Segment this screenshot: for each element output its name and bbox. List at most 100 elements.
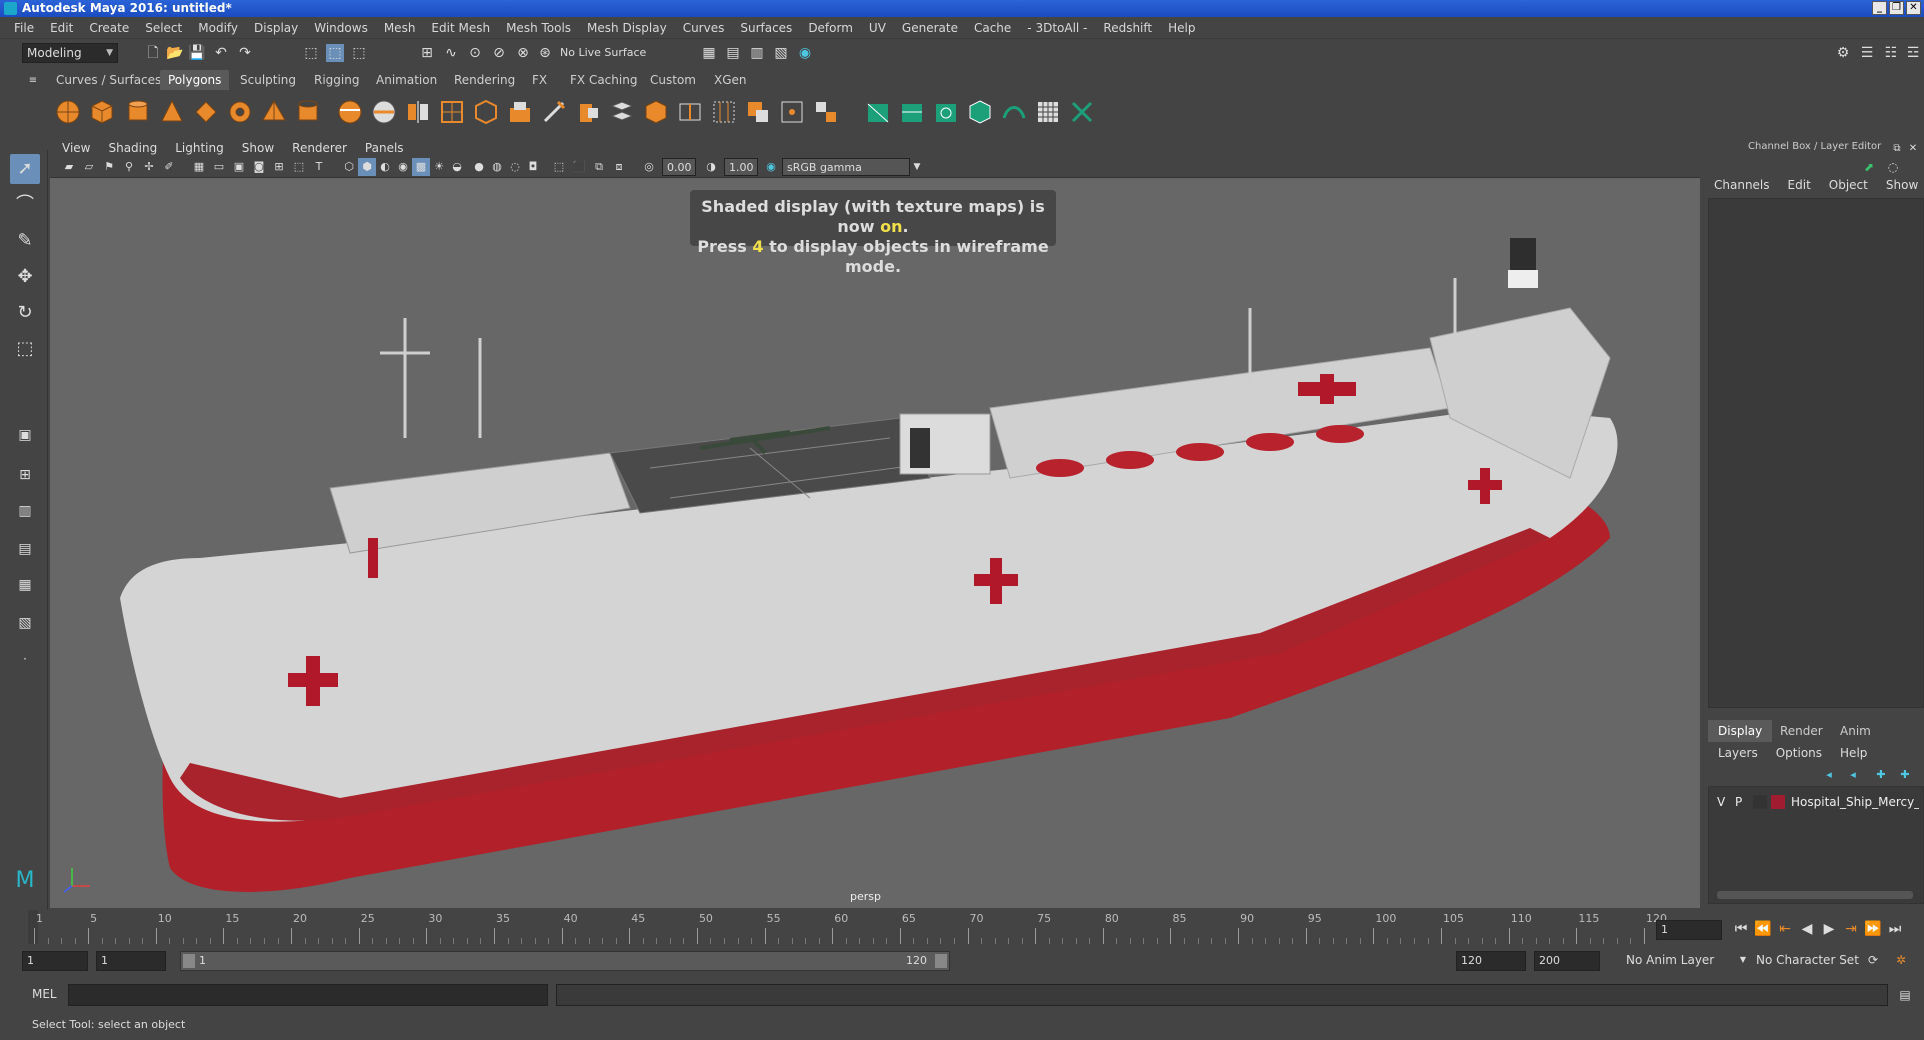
menu-edit-mesh[interactable]: Edit Mesh xyxy=(431,21,490,35)
layer-list-scrollbar[interactable] xyxy=(1717,891,1913,899)
xray-icon[interactable]: ◉ xyxy=(394,158,412,176)
four-view-layout-icon[interactable]: ⊞ xyxy=(10,460,40,490)
vp-menu-shading[interactable]: Shading xyxy=(108,141,157,155)
smooth-shade-icon[interactable]: ⬢ xyxy=(358,158,376,176)
xray-joints-icon[interactable]: ⬛ xyxy=(570,158,588,176)
channel-menu-show[interactable]: Show xyxy=(1886,178,1918,196)
uv-layout-panel-icon[interactable]: ▧ xyxy=(10,608,40,638)
menu-redshift[interactable]: Redshift xyxy=(1103,21,1152,35)
snap-point-icon[interactable]: ⊙ xyxy=(466,44,484,62)
command-input[interactable] xyxy=(68,984,548,1006)
create-layer-selected-icon[interactable]: ✚ xyxy=(1896,766,1914,784)
xray-active-icon[interactable]: ⧉ xyxy=(590,158,608,176)
current-frame-field[interactable]: 1 xyxy=(1656,920,1722,940)
uv-spherical-icon[interactable] xyxy=(932,98,960,126)
time-slider[interactable]: 1 5 10 15 20 25 30 35 40 45 50 55 60 65 70 75 80 85 90 95 10… xyxy=(18,910,1667,944)
tab-curves-surfaces[interactable]: Curves / Surfaces xyxy=(48,70,169,90)
new-scene-icon[interactable]: 🗋 xyxy=(144,44,162,62)
gamma-field[interactable]: 1.00 xyxy=(724,158,758,176)
paint-select-tool-icon[interactable]: ✎ xyxy=(10,226,40,256)
reduce-icon[interactable] xyxy=(472,98,500,126)
color-management-icon[interactable]: ◉ xyxy=(762,158,780,176)
grease-pencil-icon[interactable]: ✐ xyxy=(160,158,178,176)
menu-help[interactable]: Help xyxy=(1168,21,1195,35)
snap-surface-icon[interactable]: ⊗ xyxy=(514,44,532,62)
motion-blur-icon[interactable]: ◍ xyxy=(488,158,506,176)
poly-torus-icon[interactable] xyxy=(226,98,254,126)
vp-menu-show[interactable]: Show xyxy=(242,141,274,155)
menu-generate[interactable]: Generate xyxy=(902,21,958,35)
animation-start-field[interactable]: 1 xyxy=(22,951,88,971)
mode-select[interactable]: Modeling xyxy=(22,43,118,63)
film-gate-icon[interactable]: ▭ xyxy=(210,158,228,176)
target-weld-icon[interactable] xyxy=(778,98,806,126)
uv-cylindrical-icon[interactable] xyxy=(898,98,926,126)
tab-polygons[interactable]: Polygons xyxy=(160,70,230,90)
uv-cut-sew-icon[interactable] xyxy=(1068,98,1096,126)
poly-cone-icon[interactable] xyxy=(158,98,186,126)
menu-cache[interactable]: Cache xyxy=(974,21,1011,35)
resolution-gate-icon[interactable]: ▣ xyxy=(230,158,248,176)
live-surface-field[interactable]: No Live Surface xyxy=(556,44,656,64)
channel-box-toggle-icon[interactable]: ☲ xyxy=(1904,44,1922,62)
tab-animation[interactable]: Animation xyxy=(368,70,445,90)
append-icon[interactable] xyxy=(642,98,670,126)
rotate-tool-icon[interactable]: ↻ xyxy=(10,298,40,328)
vp-menu-renderer[interactable]: Renderer xyxy=(292,141,347,155)
uv-automatic-icon[interactable] xyxy=(966,98,994,126)
perspective-viewport[interactable]: Shaded display (with texture maps) is no… xyxy=(50,178,1700,908)
select-camera-icon[interactable]: ▰ xyxy=(60,158,78,176)
tab-sculpting[interactable]: Sculpting xyxy=(232,70,304,90)
menu-mesh[interactable]: Mesh xyxy=(384,21,416,35)
layer-color-swatch[interactable] xyxy=(1771,795,1785,809)
select-hierarchy-icon[interactable]: ⬚ xyxy=(302,44,320,62)
playback-start-field[interactable]: 1 xyxy=(96,951,166,971)
step-forward-key-icon[interactable]: ⏩ xyxy=(1864,920,1882,938)
tab-rigging[interactable]: Rigging xyxy=(306,70,367,90)
menu-uv[interactable]: UV xyxy=(869,21,886,35)
range-end-handle[interactable] xyxy=(935,954,947,968)
tool-settings-icon[interactable]: ☷ xyxy=(1882,44,1900,62)
play-forwards-icon[interactable]: ▶ xyxy=(1820,920,1838,938)
use-all-lights-icon[interactable]: ☀ xyxy=(430,158,448,176)
attribute-filter-icon[interactable]: ◌ xyxy=(1884,158,1902,176)
bookmark-icon[interactable]: ⚑ xyxy=(100,158,118,176)
menu-mesh-tools[interactable]: Mesh Tools xyxy=(506,21,571,35)
wireframe-shading-icon[interactable]: ⬡ xyxy=(340,158,358,176)
layer-type-toggle[interactable] xyxy=(1753,795,1767,809)
menu-deform[interactable]: Deform xyxy=(808,21,853,35)
script-editor-icon[interactable]: ▤ xyxy=(1896,986,1914,1004)
smooth-icon[interactable] xyxy=(438,98,466,126)
auto-key-icon[interactable]: ⟳ xyxy=(1864,951,1882,969)
live-surface-icon[interactable]: ⊛ xyxy=(536,44,554,62)
scale-tool-icon[interactable]: ⬚ xyxy=(10,334,40,364)
tab-xgen[interactable]: XGen xyxy=(706,70,755,90)
select-component-icon[interactable]: ⬚ xyxy=(350,44,368,62)
play-backwards-icon[interactable]: ◀ xyxy=(1798,920,1816,938)
channel-box-close-icon[interactable]: ✕ xyxy=(1904,140,1922,158)
image-plane-icon[interactable]: ⚲ xyxy=(120,158,138,176)
tab-custom[interactable]: Custom xyxy=(642,70,704,90)
backface-culling-icon[interactable]: ⧈ xyxy=(610,158,628,176)
separate-icon[interactable] xyxy=(370,98,398,126)
insert-edge-loop-icon[interactable] xyxy=(676,98,704,126)
layer-menu-help[interactable]: Help xyxy=(1840,746,1867,760)
render-frame-icon[interactable]: ▤ xyxy=(724,44,742,62)
exposure-field[interactable]: 0.00 xyxy=(662,158,696,176)
2d-pan-zoom-icon[interactable]: ✢ xyxy=(140,158,158,176)
graph-layout-icon[interactable]: ▤ xyxy=(10,534,40,564)
menu-create[interactable]: Create xyxy=(89,21,129,35)
layer-playback-toggle[interactable]: P xyxy=(1735,793,1742,811)
safe-action-icon[interactable]: ⬚ xyxy=(290,158,308,176)
vp-menu-lighting[interactable]: Lighting xyxy=(175,141,224,155)
attribute-editor-icon[interactable]: ☰ xyxy=(1858,44,1876,62)
tab-fx-caching[interactable]: FX Caching xyxy=(562,70,645,90)
menu-modify[interactable]: Modify xyxy=(198,21,238,35)
shadows-icon[interactable]: ◒ xyxy=(448,158,466,176)
poly-pipe-icon[interactable] xyxy=(294,98,322,126)
vp-menu-view[interactable]: View xyxy=(62,141,90,155)
outliner-layout-icon[interactable]: ▥ xyxy=(10,496,40,526)
layer-menu-options[interactable]: Options xyxy=(1776,746,1822,760)
depth-of-field-icon[interactable]: ◘ xyxy=(524,158,542,176)
offset-edge-loop-icon[interactable] xyxy=(710,98,738,126)
